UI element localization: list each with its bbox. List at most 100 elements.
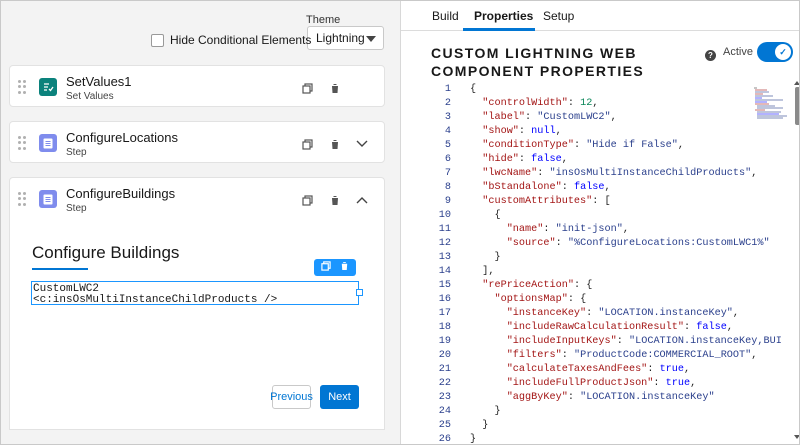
line-number: 26 [438, 434, 451, 443]
code-line: 23 "aggByKey": "LOCATION.instanceKey" [429, 391, 769, 405]
line-number: 11 [438, 224, 451, 235]
properties-title: CUSTOM LIGHTNING WEB COMPONENT PROPERTIE… [431, 45, 645, 79]
editor-scrollbar[interactable] [795, 87, 799, 125]
duplicate-icon[interactable] [300, 193, 314, 207]
code-line: 20 "filters": "ProductCode:COMMERCIAL_RO… [429, 349, 769, 363]
line-number: 7 [444, 168, 451, 179]
code-line: 6 "hide": false, [429, 153, 769, 167]
canvas-panel: Theme Lightning Hide Conditional Element… [1, 1, 401, 444]
previous-button[interactable]: Previous [270, 385, 313, 409]
line-number: 6 [444, 154, 451, 165]
theme-select[interactable]: Lightning [307, 26, 384, 50]
active-label: Active [723, 46, 753, 58]
step-subtitle: Step [66, 203, 87, 214]
step-card-setvalues1[interactable]: SetValues1 Set Values [9, 65, 385, 107]
line-number: 8 [444, 182, 451, 193]
code-text: "rePriceAction": { [482, 280, 593, 291]
drag-handle-icon[interactable] [18, 136, 26, 150]
line-number: 1 [444, 84, 451, 95]
step-subtitle: Set Values [66, 91, 114, 102]
checkmark-icon: ✓ [775, 44, 791, 60]
step-icon [39, 190, 57, 208]
step-heading: Configure Buildings [32, 243, 180, 262]
resize-handle[interactable] [356, 289, 363, 296]
code-text: "name": "init-json", [506, 224, 629, 235]
duplicate-icon[interactable] [300, 137, 314, 151]
tab-build[interactable]: Build [432, 9, 459, 23]
editor-minimap[interactable] [753, 86, 793, 124]
code-text: "source": "%ConfigureLocations:CustomLWC… [506, 238, 770, 249]
line-number: 4 [444, 126, 451, 137]
step-content-configurebuildings: Configure Buildings CustomLWC2 <c:insOsM… [9, 215, 385, 430]
selected-component[interactable]: CustomLWC2 <c:insOsMultiInstanceChildPro… [31, 281, 363, 306]
code-text: "lwcName": "insOsMultiInstanceChildProdu… [482, 168, 758, 179]
code-line: 13 } [429, 251, 769, 265]
drag-handle-icon[interactable] [18, 192, 26, 206]
code-line: 11 "name": "init-json", [429, 223, 769, 237]
step-title: SetValues1 [66, 74, 132, 89]
panel-tabs: Build Properties Setup [401, 1, 799, 31]
code-line: 3 "label": "CustomLWC2", [429, 111, 769, 125]
code-text: "conditionType": "Hide if False", [482, 140, 685, 151]
step-title: ConfigureBuildings [66, 186, 176, 201]
code-line: 18 "includeRawCalculationResult": false, [429, 321, 769, 335]
code-text: } [494, 406, 501, 417]
code-text: "includeFullProductJson": true, [506, 378, 697, 389]
line-number: 18 [438, 322, 451, 333]
code-line: 5 "conditionType": "Hide if False", [429, 139, 769, 153]
active-toggle[interactable]: ✓ [757, 42, 793, 62]
code-line: 16 "optionsMap": { [429, 293, 769, 307]
code-line: 2 "controlWidth": 12, [429, 97, 769, 111]
duplicate-icon[interactable] [321, 261, 331, 274]
code-line: 7 "lwcName": "insOsMultiInstanceChildPro… [429, 167, 769, 181]
code-text: ], [482, 266, 495, 277]
code-line: 10 { [429, 209, 769, 223]
hide-conditional-toggle[interactable]: Hide Conditional Elements [151, 33, 311, 47]
code-line: 21 "calculateTaxesAndFees": true, [429, 363, 769, 377]
chevron-down-icon[interactable] [355, 137, 369, 151]
help-icon[interactable]: ? [705, 50, 716, 61]
code-text: { [494, 210, 501, 221]
step-title: ConfigureLocations [66, 130, 179, 145]
line-number: 14 [438, 266, 451, 277]
code-line: 12 "source": "%ConfigureLocations:Custom… [429, 237, 770, 251]
scroll-up-arrow-icon[interactable] [794, 81, 799, 85]
code-text: "optionsMap": { [494, 294, 587, 305]
code-text: "hide": false, [482, 154, 568, 165]
component-toolbar [314, 259, 356, 276]
step-card-configurelocations[interactable]: ConfigureLocations Step [9, 121, 385, 163]
line-number: 19 [438, 336, 451, 347]
code-text: "show": null, [482, 126, 562, 137]
line-number: 25 [438, 420, 451, 431]
line-number: 21 [438, 364, 451, 375]
line-number: 13 [438, 252, 451, 263]
line-number: 10 [438, 210, 451, 221]
line-number: 9 [444, 196, 451, 207]
hide-conditional-checkbox[interactable] [151, 33, 164, 47]
json-editor[interactable]: 1{2 "controlWidth": 12, 3 "label": "Custo… [429, 83, 781, 443]
delete-icon[interactable] [340, 261, 349, 274]
properties-panel: Build Properties Setup CUSTOM LIGHTNING … [401, 1, 799, 444]
set-values-icon [39, 78, 57, 96]
line-number: 23 [438, 392, 451, 403]
tab-setup[interactable]: Setup [543, 9, 574, 23]
line-number: 16 [438, 294, 451, 305]
delete-icon[interactable] [328, 137, 342, 151]
code-text: "calculateTaxesAndFees": true, [506, 364, 691, 375]
code-text: "controlWidth": 12, [482, 98, 599, 109]
duplicate-icon[interactable] [300, 81, 314, 95]
scroll-down-arrow-icon[interactable] [794, 435, 799, 439]
tab-properties[interactable]: Properties [474, 9, 533, 23]
code-line: 1{ [429, 83, 769, 97]
drag-handle-icon[interactable] [18, 80, 26, 94]
step-card-configurebuildings[interactable]: ConfigureBuildings Step [9, 177, 385, 217]
delete-icon[interactable] [328, 81, 342, 95]
code-line: 8 "bStandalone": false, [429, 181, 769, 195]
chevron-down-icon [366, 36, 376, 42]
code-text: "label": "CustomLWC2", [482, 112, 617, 123]
step-icon [39, 134, 57, 152]
line-number: 22 [438, 378, 451, 389]
next-button[interactable]: Next [320, 385, 359, 409]
chevron-up-icon[interactable] [355, 193, 369, 207]
delete-icon[interactable] [328, 193, 342, 207]
